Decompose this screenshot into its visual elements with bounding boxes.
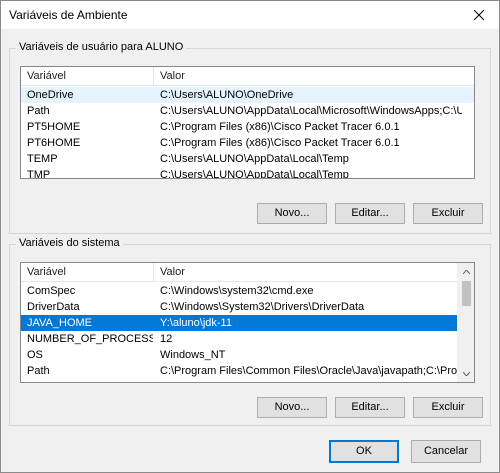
variable-name-cell: PT6HOME bbox=[27, 137, 81, 149]
variable-name-cell: Path bbox=[27, 365, 50, 377]
variable-name-cell: TMP bbox=[27, 169, 51, 179]
table-row[interactable]: PT5HOME C:\Program Files (x86)\Cisco Pack… bbox=[21, 119, 474, 135]
system-variables-label: Variáveis do sistema bbox=[16, 237, 123, 249]
title-bar: Variáveis de Ambiente bbox=[1, 1, 499, 29]
variable-name-cell: OS bbox=[27, 349, 43, 361]
table-row[interactable]: ComSpec C:\Windows\system32\cmd.exe bbox=[21, 283, 459, 299]
variable-value-cell: Windows_NT bbox=[160, 349, 226, 361]
column-header-value[interactable]: Valor bbox=[154, 263, 474, 282]
ok-button[interactable]: OK bbox=[329, 440, 399, 463]
variable-value-cell: C:\Windows\System32\Drivers\DriverData bbox=[160, 301, 365, 313]
variable-name-cell: NUMBER_OF_PROCESSORS bbox=[27, 333, 153, 345]
system-list-header: Variável Valor bbox=[21, 263, 459, 282]
user-variables-group: Variáveis de usuário para ALUNO Variável… bbox=[9, 41, 491, 234]
column-header-value[interactable]: Valor bbox=[154, 67, 474, 86]
variable-value-cell: C:\Users\ALUNO\AppData\Local\Temp bbox=[160, 169, 349, 179]
variable-name-cell: DriverData bbox=[27, 301, 80, 313]
variable-value-cell: C:\Users\ALUNO\AppData\Local\Temp bbox=[160, 153, 349, 165]
window-title: Variáveis de Ambiente bbox=[9, 8, 128, 22]
column-header-variable[interactable]: Variável bbox=[21, 263, 154, 282]
user-variables-label: Variáveis de usuário para ALUNO bbox=[16, 41, 187, 53]
table-row[interactable]: Path C:\Users\ALUNO\AppData\Local\Microso… bbox=[21, 103, 474, 119]
variable-value-cell: C:\Program Files (x86)\Cisco Packet Trac… bbox=[160, 121, 400, 133]
system-delete-button[interactable]: Excluir bbox=[413, 397, 483, 418]
close-icon bbox=[474, 10, 484, 20]
system-list-rows: ComSpec C:\Windows\system32\cmd.exe Driver… bbox=[21, 283, 462, 382]
user-list-rows: OneDrive C:\Users\ALUNO\OneDrive Path C:\Us… bbox=[21, 87, 474, 179]
system-new-button[interactable]: Novo... bbox=[257, 397, 327, 418]
table-row[interactable]: DriverData C:\Windows\System32\Drivers\Dr… bbox=[21, 299, 459, 315]
variable-value-cell: C:\Users\ALUNO\AppData\Local\Microsoft\W… bbox=[160, 105, 462, 117]
variable-name-cell: OneDrive bbox=[27, 89, 74, 101]
variable-value-cell: Y:\aluno\jdk-11 bbox=[160, 317, 232, 329]
table-row[interactable]: PATHEXT .COM;.EXE;.BAT;.CMD;.VBS;.VBE;.JS… bbox=[21, 379, 462, 382]
variable-name-cell: Path bbox=[27, 105, 50, 117]
variable-value-cell: C:\Program Files (x86)\Cisco Packet Trac… bbox=[160, 137, 400, 149]
variable-name-cell: ComSpec bbox=[27, 285, 76, 297]
table-row[interactable]: NUMBER_OF_PROCESSORS 12 bbox=[21, 331, 459, 347]
scrollbar-thumb[interactable] bbox=[462, 281, 471, 306]
variable-name-cell: JAVA_HOME bbox=[27, 317, 92, 329]
table-row[interactable]: OS Windows_NT bbox=[21, 347, 459, 363]
cancel-button[interactable]: Cancelar bbox=[411, 440, 481, 463]
variable-value-cell: .COM;.EXE;.BAT;.CMD;.VBS;.VBE;.JS;.JSE;.… bbox=[160, 379, 462, 382]
table-row[interactable]: PT6HOME C:\Program Files (x86)\Cisco Pack… bbox=[21, 135, 474, 151]
table-row[interactable]: Path C:\Program Files\Common Files\Oracle… bbox=[21, 363, 462, 379]
scroll-down-arrow[interactable] bbox=[458, 365, 474, 382]
column-header-variable[interactable]: Variável bbox=[21, 67, 154, 86]
variable-value-cell: C:\Program Files\Common Files\Oracle\Jav… bbox=[160, 365, 462, 377]
variable-name-cell: PT5HOME bbox=[27, 121, 81, 133]
system-edit-button[interactable]: Editar... bbox=[335, 397, 405, 418]
variable-name-cell: PATHEXT bbox=[27, 379, 153, 382]
variable-value-cell: C:\Windows\system32\cmd.exe bbox=[160, 285, 314, 297]
environment-variables-dialog: Variáveis de Ambiente Variáveis de usuár… bbox=[0, 0, 500, 473]
system-list-scrollbar[interactable] bbox=[457, 263, 474, 382]
chevron-down-icon bbox=[463, 371, 470, 376]
variable-name-cell: TEMP bbox=[27, 153, 58, 165]
user-new-button[interactable]: Novo... bbox=[257, 203, 327, 224]
scroll-up-arrow[interactable] bbox=[458, 263, 474, 280]
variable-value-cell: 12 bbox=[160, 333, 173, 345]
user-variables-list[interactable]: Variável Valor OneDrive C:\Users\ALUNO\On… bbox=[20, 66, 475, 179]
user-edit-button[interactable]: Editar... bbox=[335, 203, 405, 224]
user-delete-button[interactable]: Excluir bbox=[413, 203, 483, 224]
variable-value-cell: C:\Users\ALUNO\OneDrive bbox=[160, 89, 294, 101]
table-row[interactable]: TEMP C:\Users\ALUNO\AppData\Local\Temp bbox=[21, 151, 474, 167]
table-row[interactable]: JAVA_HOME Y:\aluno\jdk-11 bbox=[21, 315, 459, 331]
table-row[interactable]: TMP C:\Users\ALUNO\AppData\Local\Temp bbox=[21, 167, 474, 179]
system-variables-list[interactable]: Variável Valor ComSpec C:\Windows\system3… bbox=[20, 262, 475, 383]
table-row[interactable]: OneDrive C:\Users\ALUNO\OneDrive bbox=[21, 87, 474, 103]
close-button[interactable] bbox=[459, 1, 499, 29]
user-list-header: Variável Valor bbox=[21, 67, 474, 86]
system-variables-group: Variáveis do sistema Variável Valor ComS… bbox=[9, 237, 491, 426]
chevron-up-icon bbox=[463, 269, 470, 274]
